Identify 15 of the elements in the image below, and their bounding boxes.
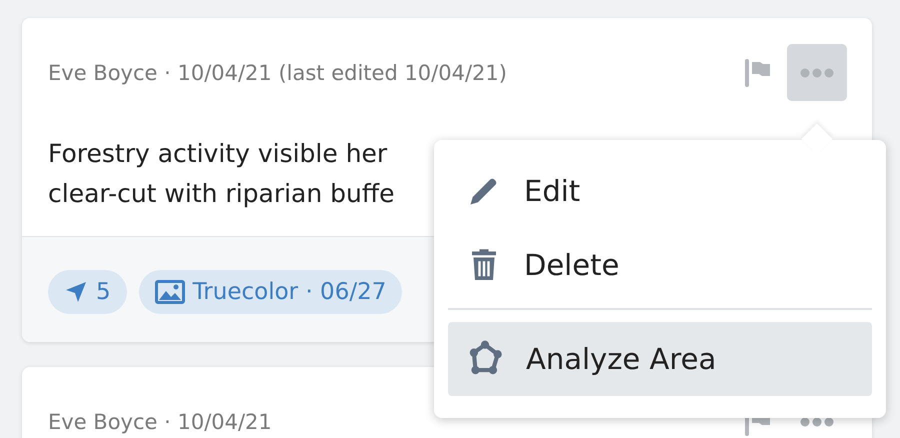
flag-icon[interactable]: [745, 58, 771, 86]
menu-item[interactable]: Analyze Area: [448, 322, 872, 396]
more-button[interactable]: [787, 44, 847, 101]
arrow-icon: [64, 280, 88, 304]
comment-meta: Eve Boyce · 10/04/21 (last edited 10/04/21): [48, 60, 508, 84]
image-icon: [154, 280, 185, 304]
dots-icon: [800, 416, 834, 426]
comment-text: Forestry activity visible her: [48, 138, 388, 170]
comment-meta: Eve Boyce · 10/04/21: [48, 410, 273, 434]
menu-item[interactable]: Delete: [448, 228, 872, 302]
tag-label: 5: [96, 279, 111, 305]
menu-item[interactable]: Edit: [448, 154, 872, 228]
dots-icon: [800, 68, 834, 78]
comment-text: clear-cut with riparian buffe: [48, 178, 394, 210]
tag-label: Truecolor · 06/27: [192, 279, 386, 305]
